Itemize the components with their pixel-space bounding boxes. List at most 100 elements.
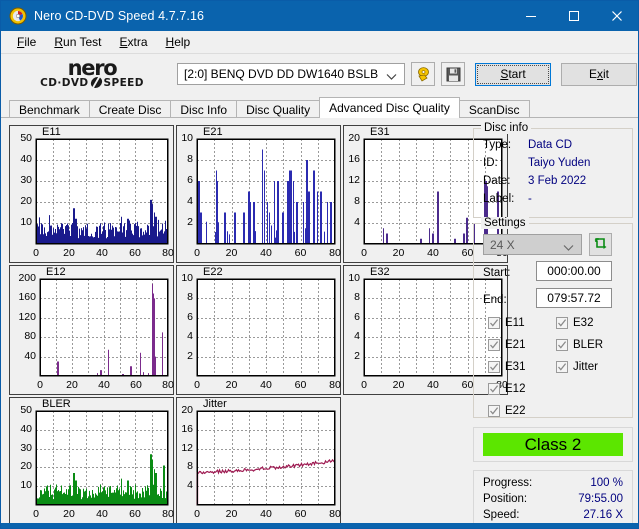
ytick-jitter-4: 4 xyxy=(187,479,193,492)
menu-run-test[interactable]: Run Test xyxy=(45,33,110,51)
tab-scandisc[interactable]: ScanDisc xyxy=(458,100,530,118)
progress-label: Progress: xyxy=(483,477,533,489)
xtick-e22-20: 20 xyxy=(225,379,238,391)
ytick-e11-20: 20 xyxy=(20,195,32,207)
end-time-input[interactable]: 079:57.72 xyxy=(536,288,612,308)
tab-disc-quality-label: Disc Quality xyxy=(246,102,311,117)
checkbox-e22[interactable]: E22 xyxy=(488,405,525,417)
ytick-e11-30: 30 xyxy=(20,174,32,186)
checkbox-e31[interactable]: E31 xyxy=(488,361,525,373)
start-time-value: 000:00.00 xyxy=(547,264,601,278)
xtick-e12-20: 20 xyxy=(66,379,78,391)
tab-advanced-disc-quality[interactable]: Advanced Disc Quality xyxy=(319,97,460,118)
status-box: Progress: 100 % Position: 79:55.00 Speed… xyxy=(473,470,633,524)
exit-button[interactable]: Exit xyxy=(561,62,637,86)
xtick-e11-0: 0 xyxy=(33,247,39,259)
start-time-label: Start: xyxy=(483,267,511,279)
menu-file-label: ile xyxy=(24,35,37,49)
checkbox-e12[interactable]: E12 xyxy=(488,383,525,395)
menu-extra-label: xtra xyxy=(127,35,148,49)
drive-select[interactable]: [2:0] BENQ DVD DD DW1640 BSLB xyxy=(177,63,405,85)
ytick-e22-6: 6 xyxy=(187,310,193,323)
checkbox-jitter[interactable]: Jitter xyxy=(556,361,598,373)
xtick-e32-0: 0 xyxy=(361,379,367,391)
menu-file[interactable]: File xyxy=(8,33,45,51)
chevron-down-icon xyxy=(386,70,397,84)
speed-select-value: 24 X xyxy=(490,237,515,252)
nero-disc-icon xyxy=(9,7,27,25)
menu-extra[interactable]: Extra xyxy=(111,33,157,51)
tab-create-disc-label: Create Disc xyxy=(98,102,162,117)
menu-help-label: elp xyxy=(174,35,191,49)
checkmark-icon xyxy=(556,317,568,329)
speed-select[interactable]: 24 X xyxy=(483,234,582,255)
chart-svg-e21 xyxy=(196,138,336,245)
chevron-down-icon xyxy=(563,241,574,255)
disc-date-value: 3 Feb 2022 xyxy=(528,175,587,187)
xtick-e31-20: 20 xyxy=(392,247,405,259)
chart-e12: E12 40 80 120 160 200 0 20 40 60 80 xyxy=(9,265,174,395)
ytick-e11-10: 10 xyxy=(20,216,32,228)
xtick-e22-60: 60 xyxy=(294,379,307,391)
progress-value: 100 % xyxy=(590,477,623,489)
eject-disc-button[interactable] xyxy=(411,62,435,86)
exit-button-label: Exit xyxy=(588,67,609,81)
content-area: E11 10 20 30 40 50 0 20 40 60 80 E21 2 4 6 8 10 0 20 40 60 8… xyxy=(1,120,639,524)
ytick-e31-16: 16 xyxy=(348,153,360,165)
checkbox-e11[interactable]: E11 xyxy=(488,317,525,329)
ytick-e11-40: 40 xyxy=(20,153,32,165)
xtick-e22-40: 40 xyxy=(260,379,272,391)
ytick-bler-20: 20 xyxy=(20,460,32,473)
ytick-e21-8: 8 xyxy=(187,153,193,165)
xtick-e32-40: 40 xyxy=(427,379,439,391)
disc-info-legend: Disc info xyxy=(481,122,532,134)
checkbox-bler-label: BLER xyxy=(573,339,604,351)
ytick-e12-200: 200 xyxy=(18,272,36,284)
disc-id-value: Taiyo Yuden xyxy=(528,157,591,169)
ytick-e21-4: 4 xyxy=(187,195,193,207)
start-button[interactable]: Start xyxy=(475,62,551,86)
end-time-value: 079:57.72 xyxy=(547,291,601,305)
tab-benchmark[interactable]: Benchmark xyxy=(9,100,90,118)
quality-class-badge: Class 2 xyxy=(483,433,623,456)
tab-benchmark-label: Benchmark xyxy=(19,102,80,117)
title-bar: Nero CD-DVD Speed 4.7.7.16 xyxy=(1,1,638,31)
ytick-bler-40: 40 xyxy=(20,422,32,435)
xtick-e31-0: 0 xyxy=(361,247,367,259)
menu-run-test-label: un Test xyxy=(63,35,102,49)
floppy-save-button[interactable] xyxy=(441,62,465,86)
checkbox-e32[interactable]: E32 xyxy=(556,317,593,329)
checkmark-icon xyxy=(556,339,568,351)
tab-disc-quality[interactable]: Disc Quality xyxy=(236,100,321,118)
maximize-button[interactable] xyxy=(552,1,595,31)
tab-create-disc[interactable]: Create Disc xyxy=(88,100,172,118)
close-button[interactable] xyxy=(595,1,638,31)
tab-disc-info[interactable]: Disc Info xyxy=(170,100,238,118)
start-time-input[interactable]: 000:00.00 xyxy=(536,261,612,281)
checkbox-jitter-label: Jitter xyxy=(573,361,598,373)
disc-id-label: ID: xyxy=(483,157,498,169)
ytick-e12-80: 80 xyxy=(24,330,36,343)
position-value: 79:55.00 xyxy=(578,493,623,505)
menu-help[interactable]: Help xyxy=(157,33,200,51)
xtick-bler-20: 20 xyxy=(63,508,75,520)
nero-logo: nero CD·DVD SPEED xyxy=(19,57,165,89)
xtick-e12-0: 0 xyxy=(37,379,43,391)
refresh-button[interactable] xyxy=(589,233,612,256)
end-time-label: End: xyxy=(483,294,507,306)
tab-scandisc-label: ScanDisc xyxy=(468,102,520,117)
logo-disc-glyph xyxy=(89,77,103,88)
minimize-button[interactable] xyxy=(509,1,552,31)
logo-speed: SPEED xyxy=(103,76,144,89)
disc-date-label: Date: xyxy=(483,175,511,187)
checkbox-e21[interactable]: E21 xyxy=(488,339,525,351)
xtick-e21-20: 20 xyxy=(225,247,238,259)
xtick-e31-40: 40 xyxy=(427,247,439,259)
ytick-e31-4: 4 xyxy=(354,216,360,228)
ytick-e31-8: 8 xyxy=(354,195,360,207)
disc-type-value: Data CD xyxy=(528,139,573,151)
chart-e21: E21 2 4 6 8 10 0 20 40 60 80 xyxy=(176,125,341,263)
checkbox-bler[interactable]: BLER xyxy=(556,339,603,351)
disc-type-label: Type: xyxy=(483,139,512,151)
ytick-e11-50: 50 xyxy=(20,132,32,144)
